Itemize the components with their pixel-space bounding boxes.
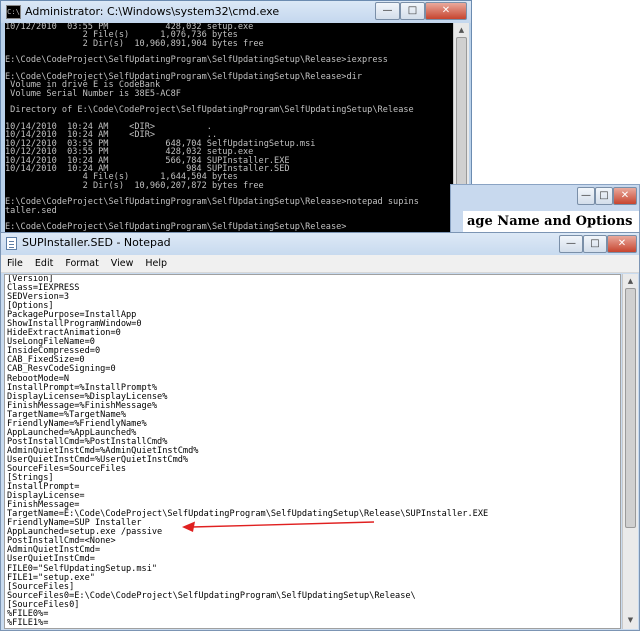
scroll-thumb[interactable]: [456, 37, 467, 197]
cmd-window: C:\ Administrator: C:\Windows\system32\c…: [0, 0, 472, 236]
notepad-window: SUPInstaller.SED - Notepad — □ ✕ File Ed…: [0, 232, 640, 631]
console-line: Directory of E:\Code\CodeProject\SelfUpd…: [5, 105, 414, 116]
text-line: DisplayLicense=: [7, 491, 85, 502]
text-line: HideExtractAnimation=0: [7, 328, 121, 339]
menu-view[interactable]: View: [105, 255, 140, 272]
cmd-window-title: Administrator: C:\Windows\system32\cmd.e…: [25, 5, 280, 18]
text-line: InstallPrompt=: [7, 482, 80, 493]
menu-edit[interactable]: Edit: [29, 255, 59, 272]
text-line: CAB_ResvCodeSigning=0: [7, 364, 116, 375]
console-line: taller.sed: [5, 205, 57, 216]
text-line: [Strings]: [7, 473, 54, 484]
text-line: FILE1="setup.exe": [7, 572, 95, 583]
notepad-window-controls: — □ ✕: [559, 235, 637, 253]
text-line: [Version]: [7, 274, 54, 284]
minimize-button[interactable]: —: [375, 2, 400, 20]
notepad-title-bar[interactable]: SUPInstaller.SED - Notepad — □ ✕: [1, 233, 639, 255]
notepad-vertical-scrollbar[interactable]: ▲ ▼: [622, 274, 638, 629]
cmd-console-output[interactable]: 10/12/2010 03:55 PM 428,032 setup.exe 2 …: [5, 23, 453, 235]
notepad-app-icon: [6, 237, 17, 250]
background-window-controls: — □ ✕: [577, 187, 637, 205]
scroll-down-arrow-icon[interactable]: ▼: [625, 615, 636, 626]
background-window[interactable]: — □ ✕ age Name and Options: [450, 184, 640, 234]
cmd-app-icon: C:\: [6, 5, 21, 19]
text-line: SEDVersion=3: [7, 292, 70, 303]
maximize-button[interactable]: □: [583, 235, 607, 253]
menu-bar: File Edit Format View Help: [1, 255, 639, 273]
text-line: FILE0="SelfUpdatingSetup.msi": [7, 563, 158, 574]
minimize-button[interactable]: —: [577, 187, 595, 205]
menu-help[interactable]: Help: [139, 255, 173, 272]
text-line: AdminQuietInstCmd=: [7, 545, 101, 556]
text-line: InsideCompressed=0: [7, 346, 101, 357]
text-line: %FILE1%=: [7, 617, 49, 628]
console-line: E:\Code\CodeProject\SelfUpdatingProgram\…: [5, 222, 347, 233]
cmd-window-controls: — □ ✕: [375, 2, 467, 20]
scroll-up-arrow-icon[interactable]: ▲: [625, 276, 636, 287]
menu-format[interactable]: Format: [59, 255, 104, 272]
console-line: 2 Dir(s) 10,960,207,872 bytes free: [5, 180, 264, 191]
maximize-button[interactable]: □: [595, 187, 613, 205]
background-window-heading: age Name and Options: [463, 211, 639, 233]
scroll-thumb[interactable]: [625, 288, 636, 528]
close-button[interactable]: ✕: [613, 187, 637, 205]
notepad-window-title: SUPInstaller.SED - Notepad: [22, 236, 171, 249]
close-button[interactable]: ✕: [425, 2, 467, 20]
text-line: Class=IEXPRESS: [7, 283, 80, 294]
maximize-button[interactable]: □: [400, 2, 425, 20]
cmd-title-bar[interactable]: C:\ Administrator: C:\Windows\system32\c…: [1, 1, 471, 23]
console-line: E:\Code\CodeProject\SelfUpdatingProgram\…: [5, 55, 388, 66]
text-line: %FILE0%=: [7, 608, 49, 619]
text-line: SourceFiles=SourceFiles: [7, 463, 126, 474]
text-line: SourceFiles0=E:\Code\CodeProject\SelfUpd…: [7, 590, 416, 601]
text-line: [SourceFiles0]: [7, 599, 80, 610]
console-line: 2 Dir(s) 10,960,891,904 bytes free: [5, 38, 264, 49]
text-editor-area[interactable]: [Version] Class=IEXPRESS SEDVersion=3 [Opti…: [4, 274, 621, 629]
scroll-up-arrow-icon[interactable]: ▲: [456, 25, 467, 36]
menu-file[interactable]: File: [1, 255, 29, 272]
close-button[interactable]: ✕: [607, 235, 637, 253]
console-line: E:\Code\CodeProject\SelfUpdatingProgram\…: [5, 197, 419, 208]
minimize-button[interactable]: —: [559, 235, 583, 253]
console-line: Volume Serial Number is 38E5-AC8F: [5, 88, 181, 99]
